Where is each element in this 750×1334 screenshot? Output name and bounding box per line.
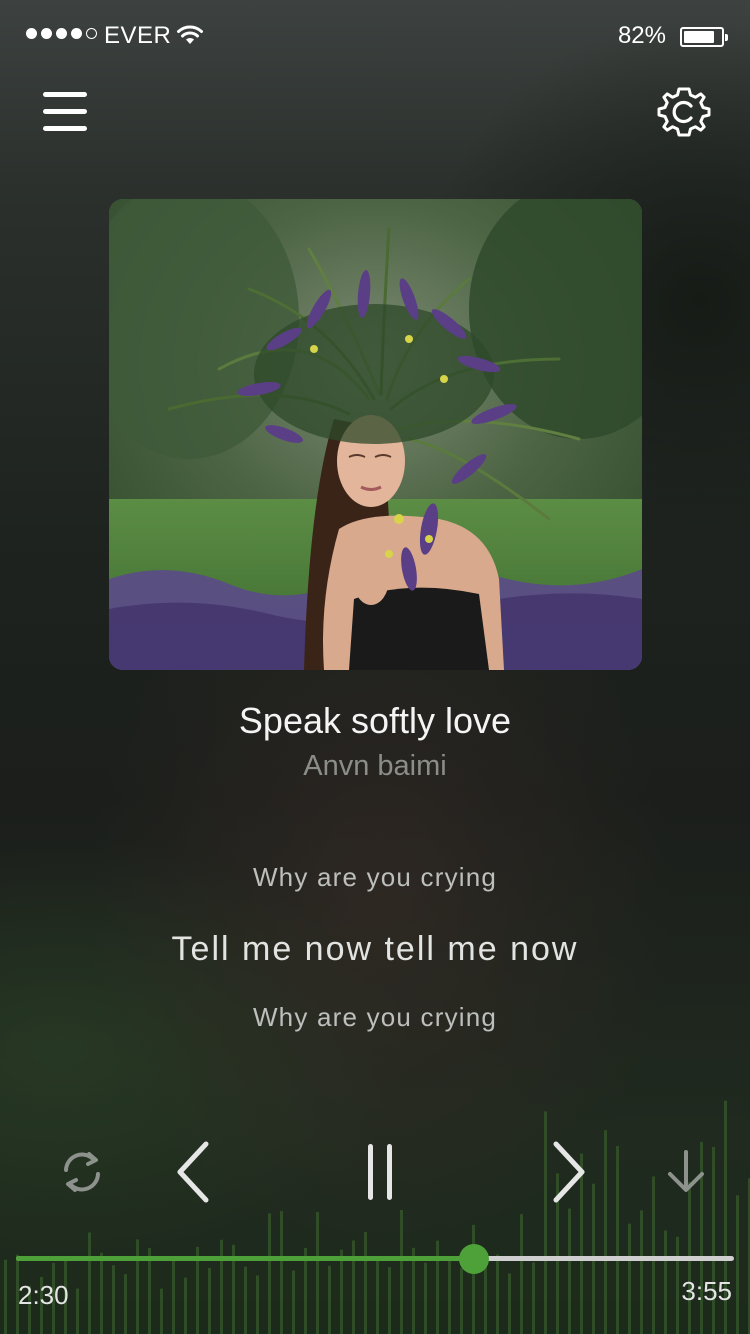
- pause-icon[interactable]: [362, 1140, 398, 1204]
- battery-percentage: 82%: [617, 22, 666, 49]
- current-time: 2:30: [18, 1280, 69, 1310]
- download-arrow-icon[interactable]: [664, 1148, 708, 1196]
- lyric-line-next: Why are you crying: [252, 1002, 498, 1032]
- battery-icon: [680, 27, 728, 47]
- song-title: Speak softly love: [238, 700, 512, 741]
- lyric-line-current: Tell me now tell me now: [171, 930, 579, 968]
- progress-fill: [16, 1256, 475, 1261]
- total-time: 3:55: [681, 1276, 732, 1306]
- wifi-icon: [177, 25, 203, 44]
- lyric-line-previous: Why are you crying: [252, 862, 498, 892]
- hamburger-menu-icon[interactable]: [40, 88, 90, 136]
- progress-bar[interactable]: [16, 1243, 734, 1274]
- chevron-right-icon[interactable]: [546, 1140, 590, 1204]
- album-artwork: [109, 199, 642, 670]
- carrier-name: EVER: [104, 22, 172, 49]
- status-bar: EVER 82%: [0, 0, 750, 74]
- repeat-icon[interactable]: [58, 1148, 106, 1196]
- gear-icon[interactable]: [656, 84, 712, 140]
- progress-scrubber-handle[interactable]: [459, 1243, 490, 1274]
- signal-strength-icon: [26, 28, 97, 39]
- artist-name: Anvn baimi: [303, 750, 447, 782]
- chevron-left-icon[interactable]: [172, 1140, 216, 1204]
